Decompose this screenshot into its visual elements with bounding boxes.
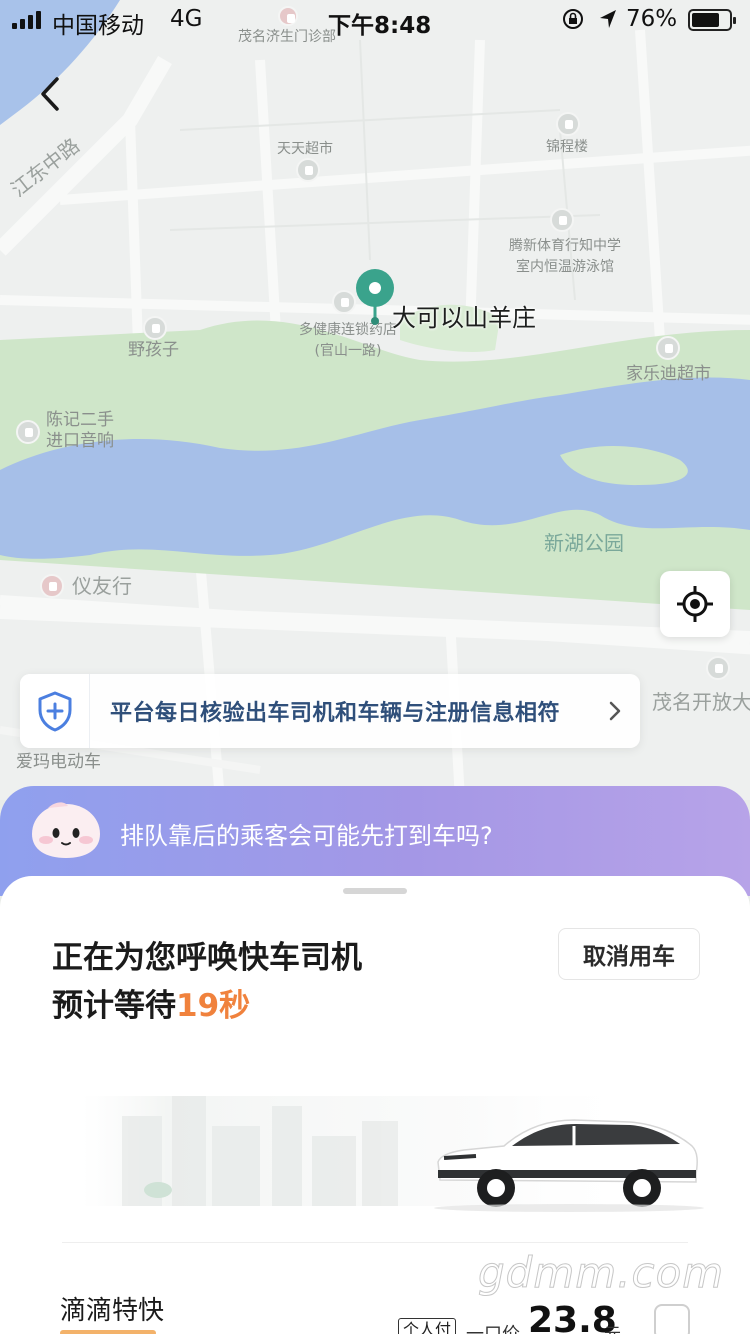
cancel-ride-button[interactable]: 取消用车 [558,928,700,980]
battery-percent-label: 76% [626,6,678,32]
service-tag-bar [60,1330,156,1334]
locate-me-button[interactable] [660,571,730,637]
signal-icon [12,11,41,29]
safety-banner-text: 平台每日核验出车司机和车辆与注册信息相符 [110,701,561,726]
building-poi-icon[interactable] [556,112,580,136]
app-screen: 江东中路 茂名济生门诊部 天天超市 锦程楼 腾新体育行知中学 室内恒温游泳馆 多… [0,0,750,1334]
poi-label: 天天超市 [277,141,333,157]
mascot-icon [32,802,100,858]
service-select-checkbox[interactable] [654,1304,690,1334]
status-bar: 中国移动 4G 下午8:48 76% [0,0,750,44]
price-prefix: 一口价 [466,1320,520,1334]
rotation-lock-icon [562,8,584,36]
poi-label: 锦程楼 [546,139,588,155]
location-pin-icon[interactable] [354,268,396,326]
queue-tip-text: 排队靠后的乘客会可能先打到车吗? [120,822,493,850]
school-poi-icon[interactable] [706,656,730,680]
network-label: 4G [170,6,203,32]
chevron-right-icon [609,701,621,721]
shop-poi-icon[interactable] [40,574,64,598]
wait-prefix: 预计等待 [52,988,176,1024]
pharmacy-poi-icon[interactable] [332,290,356,314]
location-arrow-icon [598,8,618,36]
service-name: 滴滴特快 [60,1296,165,1326]
drag-handle[interactable] [343,888,407,894]
calling-driver-title: 正在为您呼唤快车司机 [52,940,362,976]
watermark-text: gdmm.com [477,1248,725,1298]
shield-plus-icon [20,674,90,748]
car-illustration [82,1096,704,1212]
park-label: 新湖公园 [544,531,624,555]
shop-poi-icon[interactable] [143,316,167,340]
supermarket-poi-icon[interactable] [656,336,680,360]
poi-label: 仪友行 [72,574,132,598]
carrier-label: 中国移动 [52,13,144,39]
poi-label: 爱玛电动车 [16,752,101,772]
clock-label: 下午8:48 [328,13,432,39]
poi-label: 家乐迪超市 [626,364,711,384]
swimming-poi-icon[interactable] [550,208,574,232]
poi-label: 陈记二手 进口音响 [46,410,114,451]
audio-shop-poi-icon[interactable] [16,420,40,444]
battery-icon [688,9,736,31]
wait-seconds: 19秒 [176,988,251,1024]
pin-label: 大可以山羊庄 [392,304,536,332]
price-unit: 元 [604,1320,621,1334]
pay-badge: 个人付 [398,1318,457,1334]
poi-label: 野孩子 [128,340,179,360]
poi-label: 茂名开放大 [652,690,750,714]
divider [62,1242,688,1243]
chevron-left-icon [41,77,59,111]
estimated-wait: 预计等待19秒 [52,980,250,1025]
poi-label: 腾新体育行知中学 室内恒温游泳馆 [509,238,621,275]
supermarket-poi-icon[interactable] [296,158,320,182]
crosshair-icon [677,586,713,622]
back-button[interactable] [26,70,74,118]
safety-verification-banner[interactable]: 平台每日核验出车司机和车辆与注册信息相符 [20,674,640,748]
